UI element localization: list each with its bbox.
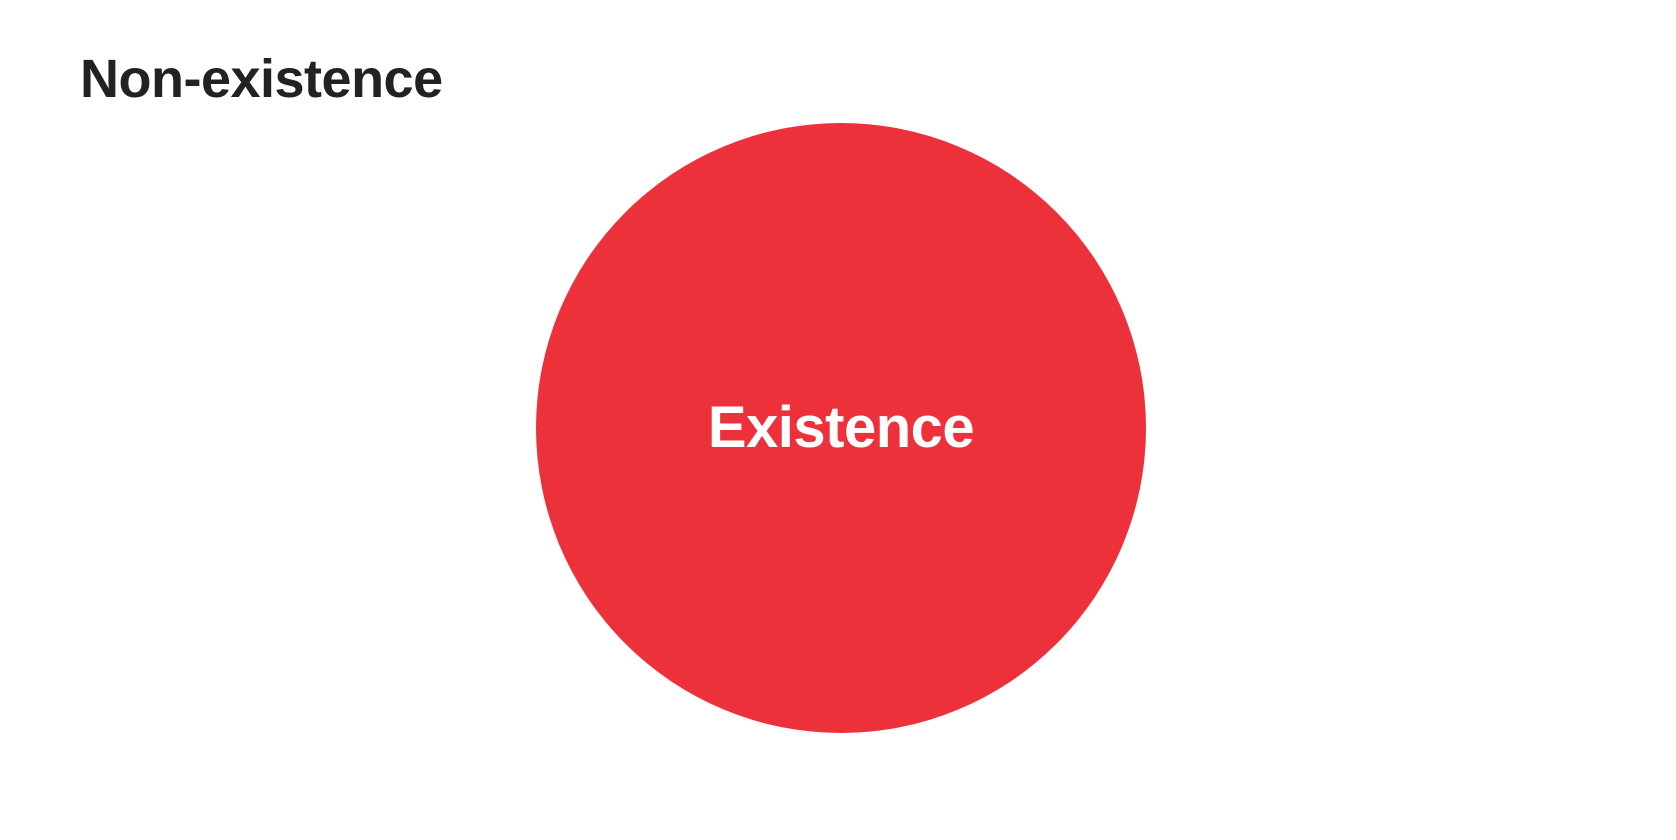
non-existence-label: Non-existence <box>80 49 443 109</box>
existence-label: Existence <box>707 395 975 460</box>
existence-circle: Existence <box>536 123 1146 733</box>
